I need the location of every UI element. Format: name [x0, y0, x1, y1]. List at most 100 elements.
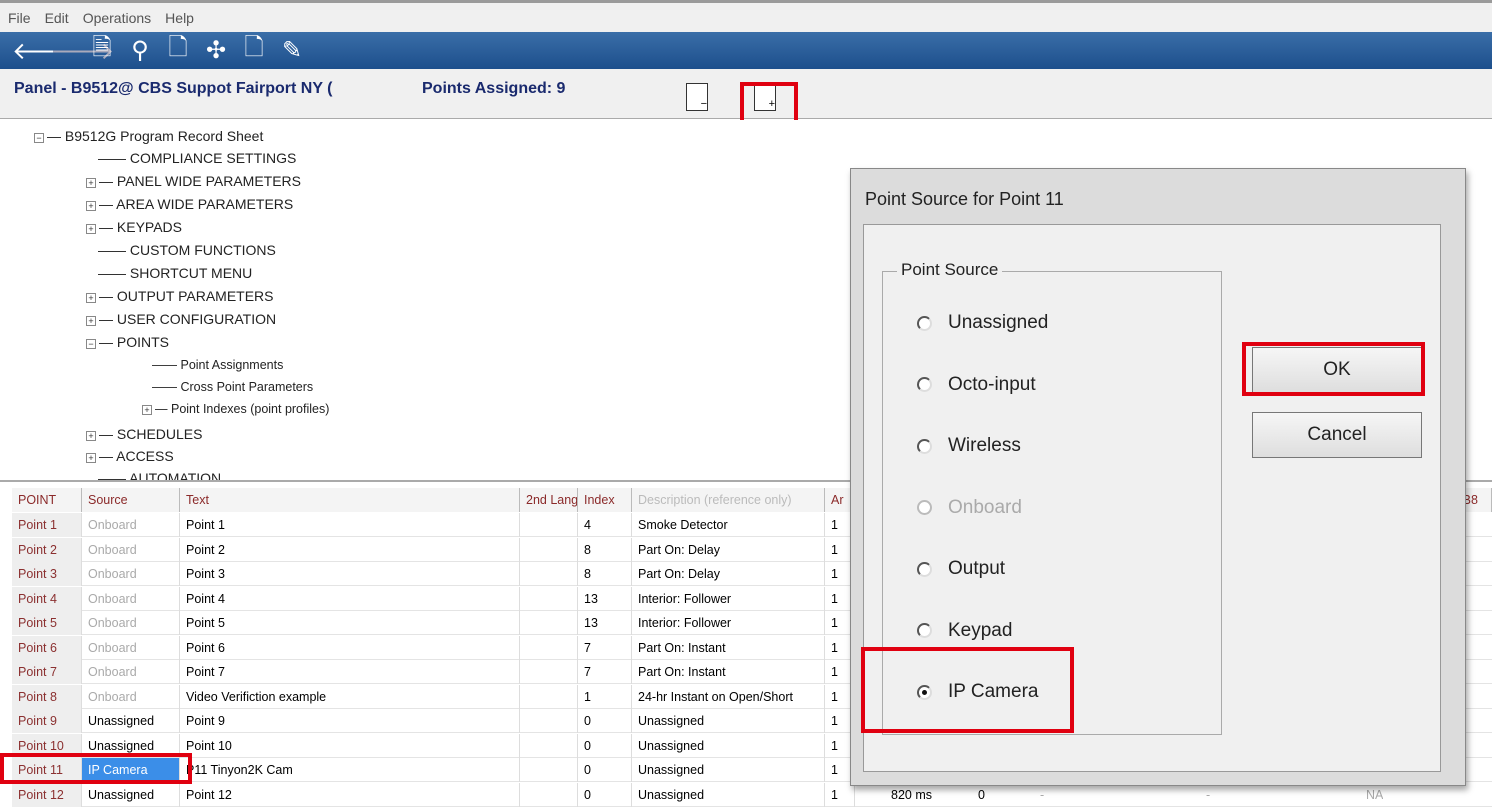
radio-unassigned[interactable]: Unassigned	[917, 312, 1048, 334]
description-cell[interactable]: Part On: Instant	[632, 635, 825, 660]
index-cell[interactable]: 8	[578, 537, 632, 562]
index-cell[interactable]: 1	[578, 684, 632, 709]
tree-item[interactable]: − — POINTS	[86, 334, 169, 350]
point-cell[interactable]: Point 6	[12, 635, 82, 660]
point-cell[interactable]: Point 3	[12, 562, 82, 586]
tree-item[interactable]: + — ACCESS	[86, 448, 174, 464]
description-cell[interactable]: Interior: Follower	[632, 586, 825, 611]
lang-cell[interactable]	[520, 635, 578, 660]
radio-output[interactable]: Output	[917, 558, 1005, 580]
tree-item[interactable]: —— AUTOMATION	[98, 470, 221, 480]
description-cell[interactable]: Unassigned	[632, 709, 825, 733]
text-cell[interactable]: Point 3	[180, 562, 520, 586]
index-cell[interactable]: 0	[578, 733, 632, 758]
description-cell[interactable]: Part On: Delay	[632, 562, 825, 586]
extra-cell[interactable]: 820 ms	[885, 783, 932, 807]
index-cell[interactable]: 7	[578, 635, 632, 660]
ok-button[interactable]: OK	[1252, 347, 1422, 393]
document-edit-icon[interactable]: ✎	[278, 36, 306, 65]
description-cell[interactable]: Part On: Instant	[632, 660, 825, 684]
description-cell[interactable]: Part On: Delay	[632, 537, 825, 562]
point-cell[interactable]: Point 9	[12, 709, 82, 733]
text-cell[interactable]: Point 1	[180, 513, 520, 537]
source-cell[interactable]: Onboard	[82, 660, 180, 684]
radio-ip-camera[interactable]: IP Camera	[917, 681, 1038, 703]
point-cell[interactable]: Point 11	[12, 758, 82, 782]
menu-edit[interactable]: Edit	[45, 10, 69, 26]
point-cell[interactable]: Point 1	[12, 513, 82, 537]
source-cell[interactable]: Onboard	[82, 635, 180, 660]
menu-file[interactable]: File	[8, 10, 31, 26]
tree-item[interactable]: + — SCHEDULES	[86, 426, 202, 442]
index-cell[interactable]: 13	[578, 611, 632, 635]
description-cell[interactable]: 24-hr Instant on Open/Short	[632, 684, 825, 709]
source-cell[interactable]: Unassigned	[82, 782, 180, 807]
source-cell[interactable]: Unassigned	[82, 709, 180, 733]
extra-cell[interactable]: -	[1200, 783, 1210, 807]
extra-cell[interactable]: 0	[972, 783, 985, 807]
point-cell[interactable]: Point 10	[12, 733, 82, 758]
description-cell[interactable]: Unassigned	[632, 733, 825, 758]
tree-item[interactable]: + — OUTPUT PARAMETERS	[86, 288, 274, 304]
lang-cell[interactable]	[520, 660, 578, 684]
tree-item[interactable]: + — Point Indexes (point profiles)	[142, 402, 329, 416]
text-cell[interactable]: Point 4	[180, 586, 520, 611]
forward-arrow-icon[interactable]: 🡒	[50, 36, 114, 66]
point-cell[interactable]: Point 12	[12, 782, 82, 807]
menu-help[interactable]: Help	[165, 10, 194, 26]
index-cell[interactable]: 8	[578, 562, 632, 586]
document-minus-icon[interactable]: −	[686, 83, 708, 111]
lang-cell[interactable]	[520, 733, 578, 758]
text-cell[interactable]: P11 Tinyon2K Cam	[180, 758, 520, 782]
source-cell[interactable]: Onboard	[82, 684, 180, 709]
text-cell[interactable]: Point 9	[180, 709, 520, 733]
menu-operations[interactable]: Operations	[83, 10, 151, 26]
point-cell[interactable]: Point 5	[12, 611, 82, 635]
tree-item[interactable]: —— SHORTCUT MENU	[98, 265, 252, 281]
source-cell[interactable]: Onboard	[82, 562, 180, 586]
document-clock-icon[interactable]: 🗋	[240, 30, 268, 71]
description-cell[interactable]: Unassigned	[632, 758, 825, 782]
magnifier-icon[interactable]: ⚲	[126, 36, 154, 65]
document-lock-icon[interactable]: 🗋	[164, 30, 192, 71]
tree-item[interactable]: —— COMPLIANCE SETTINGS	[98, 150, 296, 166]
radio-keypad[interactable]: Keypad	[917, 620, 1012, 642]
tree-item[interactable]: + — KEYPADS	[86, 219, 182, 235]
lang-cell[interactable]	[520, 782, 578, 807]
point-cell[interactable]: Point 8	[12, 684, 82, 709]
area-cell[interactable]: 1	[825, 782, 855, 807]
puzzle-icon[interactable]: ✣	[202, 36, 230, 65]
index-cell[interactable]: 4	[578, 513, 632, 537]
lang-cell[interactable]	[520, 758, 578, 782]
radio-wireless[interactable]: Wireless	[917, 435, 1021, 457]
source-cell[interactable]: Unassigned	[82, 733, 180, 758]
column-header[interactable]: 2nd Lang	[520, 488, 578, 512]
index-cell[interactable]: 0	[578, 709, 632, 733]
index-cell[interactable]: 7	[578, 660, 632, 684]
point-cell[interactable]: Point 2	[12, 537, 82, 562]
table-row[interactable]: Point 12 Unassigned Point 12 0 Unassigned 1 82…	[12, 782, 1492, 807]
index-cell[interactable]: 0	[578, 758, 632, 782]
tree-item-point-assignments[interactable]: —— Point Assignments	[152, 358, 283, 372]
text-cell[interactable]: Video Verifiction example	[180, 684, 520, 709]
text-cell[interactable]: Point 12	[180, 782, 520, 807]
extra-cell[interactable]: -	[1034, 783, 1044, 807]
source-cell[interactable]: Onboard	[82, 513, 180, 537]
tree-item[interactable]: + — PANEL WIDE PARAMETERS	[86, 173, 301, 189]
description-cell[interactable]: Interior: Follower	[632, 611, 825, 635]
source-cell[interactable]: Onboard	[82, 537, 180, 562]
lang-cell[interactable]	[520, 684, 578, 709]
index-cell[interactable]: 13	[578, 586, 632, 611]
text-cell[interactable]: Point 7	[180, 660, 520, 684]
extra-cell[interactable]: NA	[1360, 783, 1383, 807]
tree-item[interactable]: —— CUSTOM FUNCTIONS	[98, 242, 276, 258]
column-header[interactable]: POINT	[12, 488, 82, 512]
tree-root[interactable]: − — B9512G Program Record Sheet	[34, 128, 263, 144]
tree-item[interactable]: + — AREA WIDE PARAMETERS	[86, 196, 293, 212]
description-cell[interactable]: Unassigned	[632, 782, 825, 807]
tree-item[interactable]: + — USER CONFIGURATION	[86, 311, 276, 327]
lang-cell[interactable]	[520, 513, 578, 537]
tree-item[interactable]: —— Cross Point Parameters	[152, 380, 313, 394]
lang-cell[interactable]	[520, 709, 578, 733]
lang-cell[interactable]	[520, 537, 578, 562]
